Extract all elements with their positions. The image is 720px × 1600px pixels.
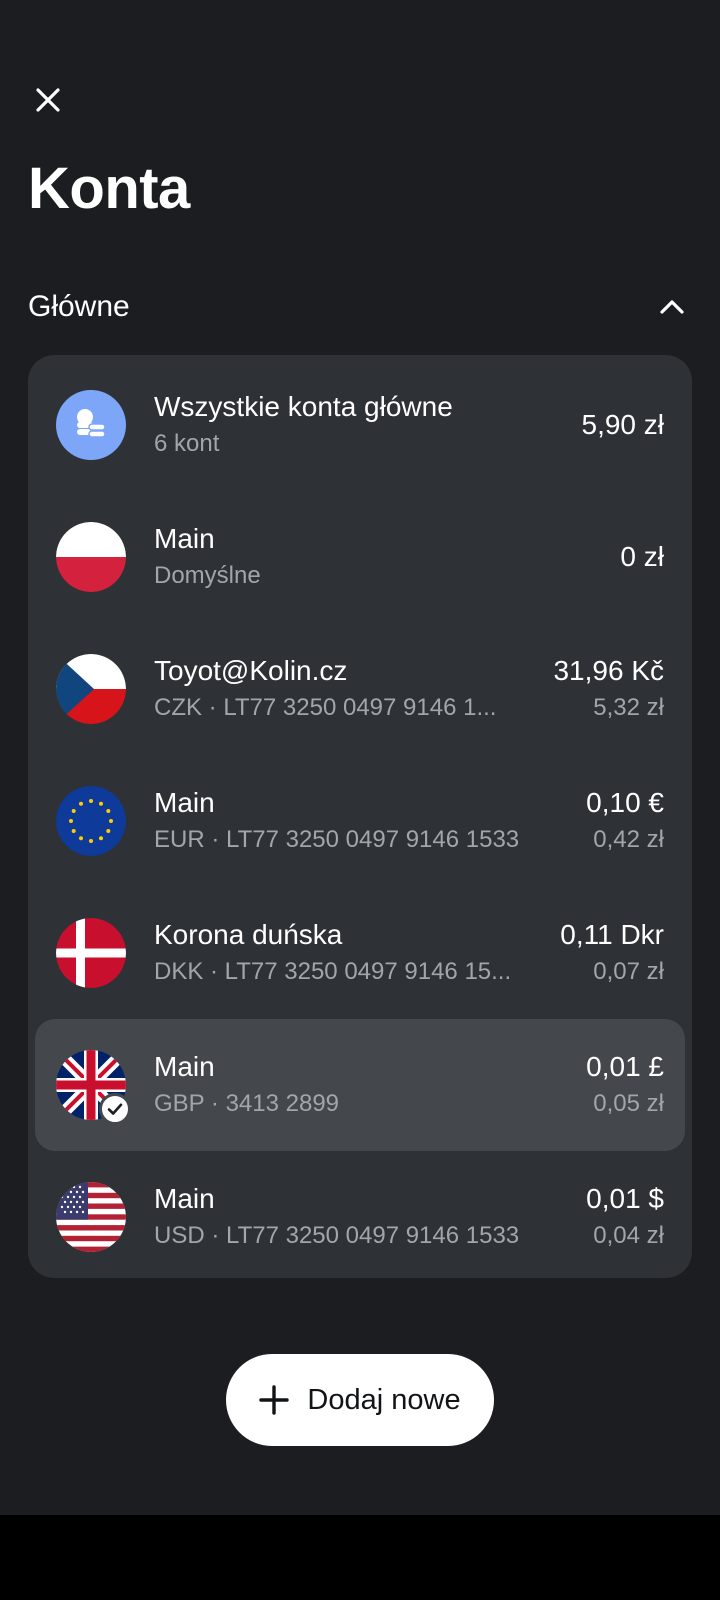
add-new-account-button[interactable]: Dodaj nowe: [226, 1354, 494, 1446]
avatar: [56, 390, 126, 460]
account-name: Korona duńska: [154, 919, 343, 950]
account-balance: 0,11 Dkr: [560, 919, 664, 950]
accounts-list: Wszystkie konta główne 6 kont 5,90 zł Ma…: [28, 355, 692, 1278]
coins-icon: [56, 390, 126, 460]
account-name: Toyot@Kolin.cz: [154, 655, 348, 686]
denmark-flag-icon: [56, 918, 126, 988]
account-name: Main: [154, 1183, 215, 1214]
chevron-up-icon: [660, 300, 684, 314]
account-balance-pln: 0,07 zł: [593, 958, 664, 985]
account-row-eur[interactable]: Main EUR · LT77 3250 0497 9146 1533 0,10…: [28, 755, 692, 887]
check-icon: [107, 1103, 123, 1115]
avatar: [56, 786, 126, 856]
account-row-usd[interactable]: Main USD · LT77 3250 0497 9146 1533 0,01…: [28, 1151, 692, 1283]
account-row-all[interactable]: Wszystkie konta główne 6 kont 5,90 zł: [28, 359, 692, 491]
account-name: Main: [154, 787, 215, 818]
section-header[interactable]: Główne: [28, 285, 692, 329]
page-title: Konta: [28, 156, 190, 221]
account-name: Main: [154, 523, 215, 554]
account-subtitle: DKK · LT77 3250 0497 9146 15...: [154, 958, 512, 985]
avatar: [56, 522, 126, 592]
account-name: Main: [154, 1051, 215, 1082]
account-subtitle: 6 kont: [154, 430, 220, 457]
account-row-pln[interactable]: Main Domyślne 0 zł: [28, 491, 692, 623]
account-row-czk[interactable]: Toyot@Kolin.cz CZK · LT77 3250 0497 9146…: [28, 623, 692, 755]
account-row-gbp[interactable]: Main GBP · 3413 2899 0,01 £ 0,05 zł: [35, 1019, 685, 1151]
account-subtitle: Domyślne: [154, 562, 261, 589]
account-subtitle: USD · LT77 3250 0497 9146 1533: [154, 1222, 520, 1249]
us-flag-icon: [56, 1182, 126, 1252]
avatar: [56, 918, 126, 988]
account-subtitle: GBP · 3413 2899: [154, 1090, 340, 1117]
account-balance-pln: 0,04 zł: [593, 1222, 664, 1249]
account-balance-pln: 5,32 zł: [593, 694, 664, 721]
avatar: [56, 654, 126, 724]
poland-flag-icon: [56, 522, 126, 592]
close-icon: [36, 88, 60, 112]
account-subtitle: CZK · LT77 3250 0497 9146 1...: [154, 694, 497, 721]
plus-icon: [259, 1385, 290, 1415]
section-title: Główne: [28, 290, 130, 323]
account-balance-pln: 0,42 zł: [593, 826, 664, 853]
add-new-account-label: Dodaj nowe: [307, 1383, 461, 1416]
account-balance-pln: 0,05 zł: [593, 1090, 664, 1117]
system-navigation-bar: [0, 1515, 720, 1600]
account-name: Wszystkie konta główne: [154, 391, 453, 422]
account-balance: 0 zł: [620, 541, 664, 572]
account-row-dkk[interactable]: Korona duńska DKK · LT77 3250 0497 9146 …: [28, 887, 692, 1019]
czech-flag-icon: [56, 654, 126, 724]
collapse-button[interactable]: [652, 287, 692, 327]
eu-flag-icon: [56, 786, 126, 856]
avatar: [56, 1182, 126, 1252]
account-balance: 0,01 £: [586, 1051, 664, 1082]
account-balance: 31,96 Kč: [553, 655, 664, 686]
close-button[interactable]: [28, 80, 68, 120]
account-subtitle: EUR · LT77 3250 0497 9146 1533: [154, 826, 520, 853]
avatar: [56, 1050, 131, 1125]
account-balance: 0,10 €: [586, 787, 664, 818]
account-balance: 0,01 $: [586, 1183, 664, 1214]
account-balance: 5,90 zł: [581, 409, 665, 440]
selected-check-badge: [99, 1093, 131, 1125]
